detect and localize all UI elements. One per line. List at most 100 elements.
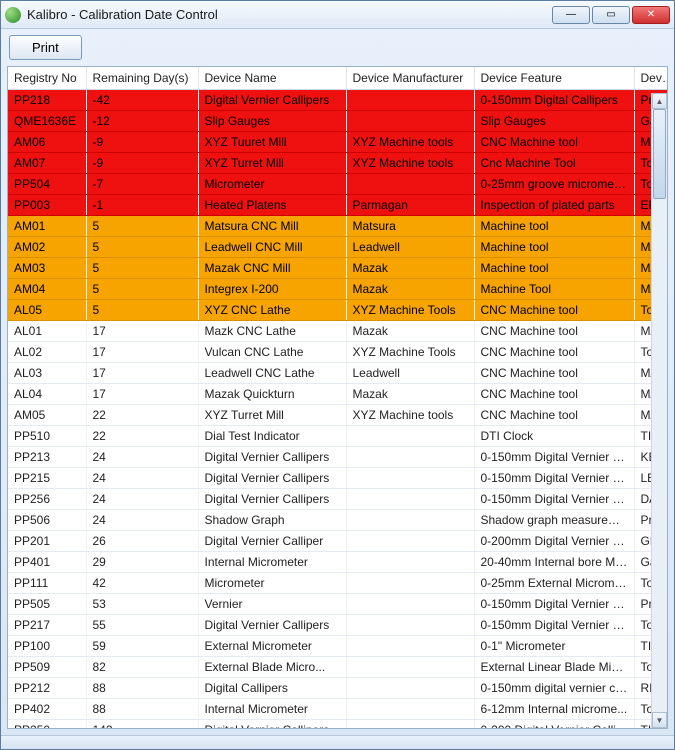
- col-registry-no[interactable]: Registry No: [8, 67, 86, 90]
- cell-reg[interactable]: PP402: [8, 699, 86, 720]
- col-device-feature[interactable]: Device Feature: [474, 67, 634, 90]
- table-row[interactable]: PP40288Internal Micrometer 6-12mm Interna…: [8, 699, 668, 720]
- cell-name[interactable]: Internal Micrometer: [198, 699, 346, 720]
- cell-reg[interactable]: PP217: [8, 615, 86, 636]
- cell-name[interactable]: Micrometer: [198, 573, 346, 594]
- cell-manu[interactable]: Matsura: [346, 216, 474, 237]
- cell-manu[interactable]: Leadwell: [346, 363, 474, 384]
- cell-reg[interactable]: PP506: [8, 510, 86, 531]
- cell-manu[interactable]: [346, 510, 474, 531]
- cell-days[interactable]: 88: [86, 699, 198, 720]
- cell-reg[interactable]: AL04: [8, 384, 86, 405]
- cell-reg[interactable]: AL01: [8, 321, 86, 342]
- cell-reg[interactable]: PP003: [8, 195, 86, 216]
- table-row[interactable]: AM025Leadwell CNC MillLeadwellMachine to…: [8, 237, 668, 258]
- cell-reg[interactable]: PP505: [8, 594, 86, 615]
- cell-reg[interactable]: PP212: [8, 678, 86, 699]
- cell-reg[interactable]: AL05: [8, 300, 86, 321]
- cell-name[interactable]: Leadwell CNC Mill: [198, 237, 346, 258]
- cell-manu[interactable]: [346, 90, 474, 111]
- table-row[interactable]: PP40129Internal Micrometer20-40mm Intern…: [8, 552, 668, 573]
- cell-days[interactable]: 24: [86, 489, 198, 510]
- table-row[interactable]: AL0317Leadwell CNC LatheLeadwellCNC Mach…: [8, 363, 668, 384]
- col-device-extra[interactable]: Device: [634, 67, 668, 90]
- table-row[interactable]: PP11142Micrometer0-25mm External Microme…: [8, 573, 668, 594]
- cell-feat[interactable]: 0-150mm Digital Vernier C...: [474, 489, 634, 510]
- cell-days[interactable]: 142: [86, 720, 198, 730]
- cell-reg[interactable]: PP201: [8, 531, 86, 552]
- cell-feat[interactable]: Machine Tool: [474, 279, 634, 300]
- cell-manu[interactable]: [346, 552, 474, 573]
- cell-reg[interactable]: PP250: [8, 720, 86, 730]
- close-button[interactable]: ✕: [632, 6, 670, 24]
- cell-days[interactable]: 22: [86, 405, 198, 426]
- table-row[interactable]: PP20126Digital Vernier Calliper0-200mm D…: [8, 531, 668, 552]
- cell-feat[interactable]: 0-200 Digital Vernier Calli...: [474, 720, 634, 730]
- cell-name[interactable]: Dial Test Indicator: [198, 426, 346, 447]
- cell-reg[interactable]: AM05: [8, 405, 86, 426]
- cell-manu[interactable]: [346, 657, 474, 678]
- cell-feat[interactable]: CNC Machine tool: [474, 363, 634, 384]
- cell-days[interactable]: -9: [86, 153, 198, 174]
- cell-days[interactable]: 59: [86, 636, 198, 657]
- cell-days[interactable]: 24: [86, 447, 198, 468]
- cell-manu[interactable]: [346, 573, 474, 594]
- cell-feat[interactable]: 0-150mm Digital Vernier C...: [474, 594, 634, 615]
- cell-feat[interactable]: 0-1" Micrometer: [474, 636, 634, 657]
- cell-reg[interactable]: PP218: [8, 90, 86, 111]
- cell-name[interactable]: XYZ Turret Mill: [198, 405, 346, 426]
- table-row[interactable]: PP50624Shadow GraphShadow graph measurem…: [8, 510, 668, 531]
- cell-reg[interactable]: PP111: [8, 573, 86, 594]
- cell-manu[interactable]: Parmagan: [346, 195, 474, 216]
- table-row[interactable]: AM0522XYZ Turret MillXYZ Machine toolsCN…: [8, 405, 668, 426]
- cell-reg[interactable]: AM07: [8, 153, 86, 174]
- cell-days[interactable]: 42: [86, 573, 198, 594]
- cell-days[interactable]: 17: [86, 342, 198, 363]
- cell-name[interactable]: External Blade Micro...: [198, 657, 346, 678]
- cell-feat[interactable]: 6-12mm Internal microme...: [474, 699, 634, 720]
- cell-feat[interactable]: 0-200mm Digital Vernier C...: [474, 531, 634, 552]
- cell-feat[interactable]: Shadow graph measureme...: [474, 510, 634, 531]
- cell-name[interactable]: Leadwell CNC Lathe: [198, 363, 346, 384]
- cell-name[interactable]: Heated Platens: [198, 195, 346, 216]
- table-row[interactable]: PP218-42Digital Vernier Callipers 0-150mm…: [8, 90, 668, 111]
- cell-reg[interactable]: AM03: [8, 258, 86, 279]
- cell-days[interactable]: -42: [86, 90, 198, 111]
- cell-name[interactable]: Digital Vernier Callipers: [198, 489, 346, 510]
- minimize-button[interactable]: —: [552, 6, 590, 24]
- col-device-manufacturer[interactable]: Device Manufacturer: [346, 67, 474, 90]
- cell-days[interactable]: 5: [86, 300, 198, 321]
- cell-days[interactable]: -7: [86, 174, 198, 195]
- cell-name[interactable]: Digital Vernier Callipers: [198, 720, 346, 730]
- cell-name[interactable]: Digital Vernier Callipers: [198, 90, 346, 111]
- table-row[interactable]: PP504-7Micrometer0-25mm groove micromete…: [8, 174, 668, 195]
- cell-name[interactable]: Digital Callipers: [198, 678, 346, 699]
- cell-feat[interactable]: CNC Machine tool: [474, 342, 634, 363]
- cell-manu[interactable]: XYZ Machine Tools: [346, 342, 474, 363]
- cell-days[interactable]: 17: [86, 384, 198, 405]
- cell-manu[interactable]: [346, 720, 474, 730]
- cell-manu[interactable]: XYZ Machine Tools: [346, 300, 474, 321]
- cell-feat[interactable]: 0-150mm Digital Callipers: [474, 90, 634, 111]
- cell-name[interactable]: Micrometer: [198, 174, 346, 195]
- cell-manu[interactable]: XYZ Machine tools: [346, 132, 474, 153]
- cell-feat[interactable]: CNC Machine tool: [474, 405, 634, 426]
- cell-manu[interactable]: XYZ Machine tools: [346, 405, 474, 426]
- table-row[interactable]: AM045Integrex I-200MazakMachine ToolM/C …: [8, 279, 668, 300]
- cell-feat[interactable]: Machine tool: [474, 258, 634, 279]
- cell-manu[interactable]: [346, 426, 474, 447]
- calibration-table[interactable]: Registry No Remaining Day(s) Device Name…: [8, 67, 668, 729]
- cell-feat[interactable]: 0-150mm Digital Vernier C...: [474, 468, 634, 489]
- cell-feat[interactable]: Cnc Machine Tool: [474, 153, 634, 174]
- cell-manu[interactable]: [346, 111, 474, 132]
- table-row[interactable]: AM07-9XYZ Turret MillXYZ Machine toolsCn…: [8, 153, 668, 174]
- table-row[interactable]: AL0117Mazk CNC LatheMazakCNC Machine too…: [8, 321, 668, 342]
- cell-reg[interactable]: PP100: [8, 636, 86, 657]
- cell-days[interactable]: -9: [86, 132, 198, 153]
- table-row[interactable]: PP10059External Micrometer 0-1" Micromete…: [8, 636, 668, 657]
- cell-name[interactable]: External Micrometer: [198, 636, 346, 657]
- cell-feat[interactable]: 0-150mm Digital Vernier C...: [474, 447, 634, 468]
- cell-name[interactable]: Slip Gauges: [198, 111, 346, 132]
- cell-days[interactable]: -12: [86, 111, 198, 132]
- cell-days[interactable]: 82: [86, 657, 198, 678]
